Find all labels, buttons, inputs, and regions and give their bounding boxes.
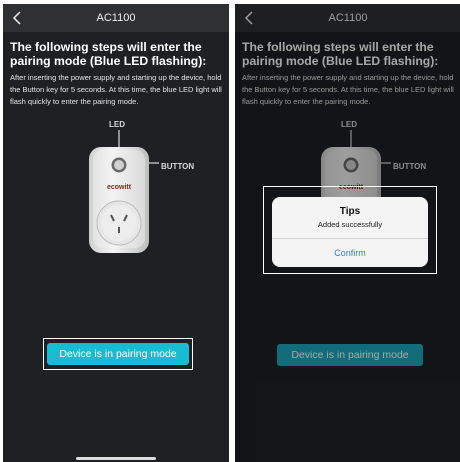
left-phone-screen: AC1100 The following steps will enter th…	[3, 4, 229, 462]
device-illustration: LED BUTTON ecowitt	[3, 114, 229, 264]
brand-logo: ecowitt	[107, 184, 132, 191]
right-phone-screen: AC1100 The following steps will enter th…	[235, 4, 460, 462]
page-heading: The following steps will enter the pairi…	[10, 40, 207, 68]
nav-title: AC1100	[96, 12, 136, 24]
nav-bar: AC1100	[3, 4, 229, 32]
confirm-button[interactable]: Confirm	[272, 239, 428, 267]
tips-dialog: Tips Added successfully Confirm	[272, 197, 428, 267]
pairing-mode-button[interactable]: Device is in pairing mode	[47, 343, 189, 365]
home-indicator	[76, 457, 156, 460]
dialog-title: Tips	[339, 206, 361, 217]
dialog-message: Added successfully	[317, 220, 383, 229]
instructions-text: After inserting the power supply and sta…	[10, 73, 222, 106]
smart-plug-image: ecowitt	[89, 130, 159, 253]
